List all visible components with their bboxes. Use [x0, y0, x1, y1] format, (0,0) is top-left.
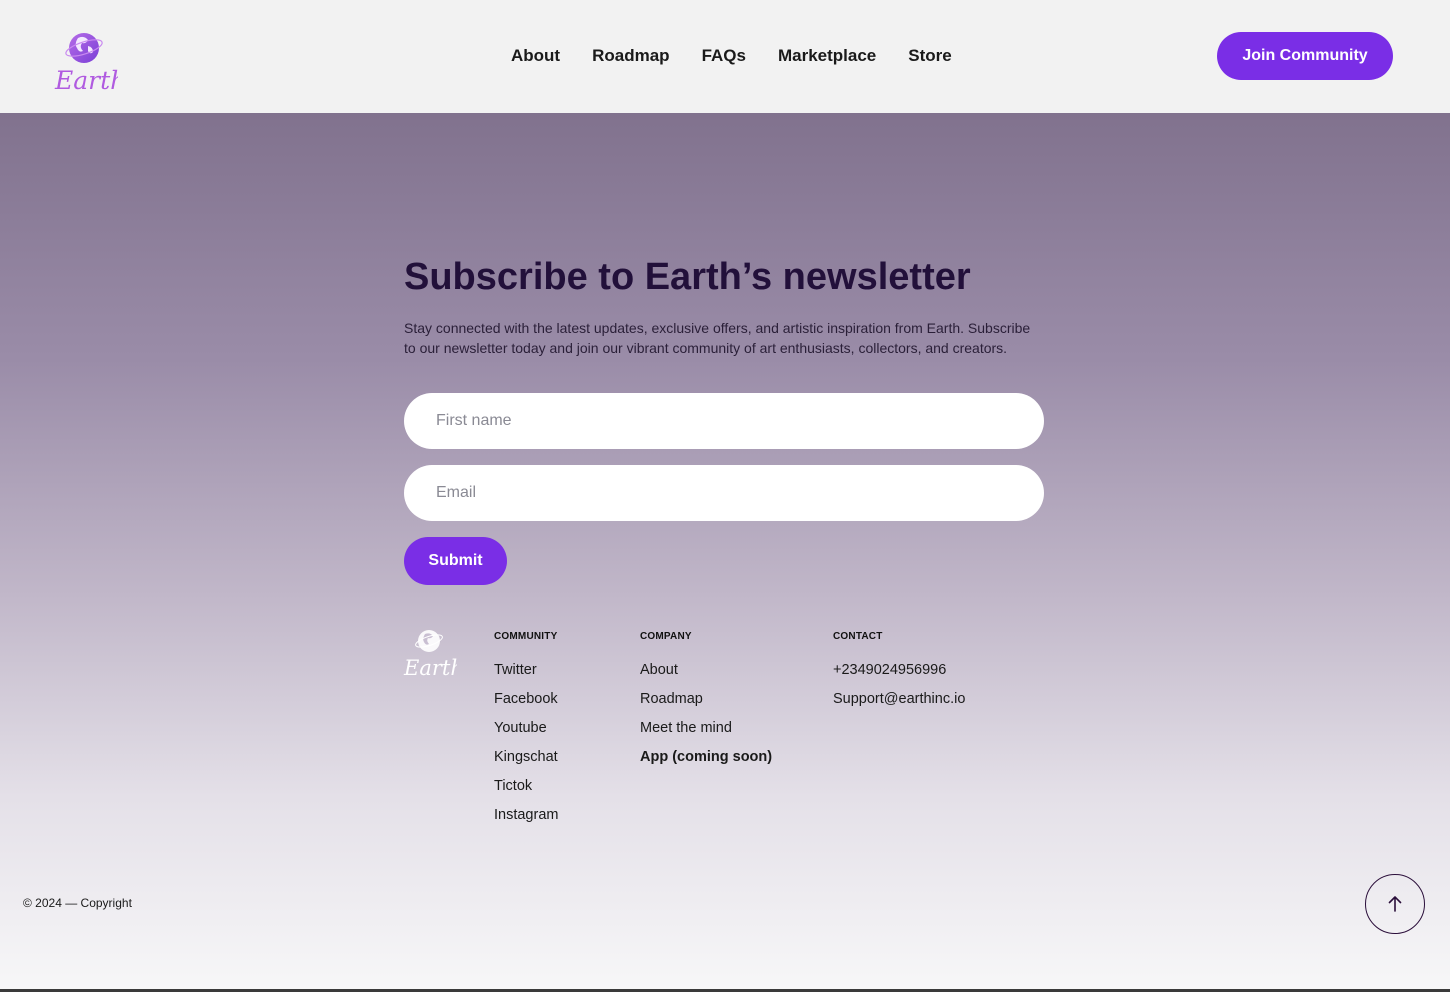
link-twitter[interactable]: Twitter — [494, 661, 558, 679]
newsletter-title: Subscribe to Earth’s newsletter — [404, 256, 971, 298]
nav-faqs[interactable]: FAQs — [702, 46, 746, 66]
contact-email[interactable]: Support@earthinc.io — [833, 690, 965, 708]
link-instagram[interactable]: Instagram — [494, 806, 558, 824]
link-kingschat[interactable]: Kingschat — [494, 748, 558, 766]
site-header: Earth About Roadmap FAQs Marketplace Sto… — [0, 0, 1450, 113]
footer-logo[interactable]: Earth — [403, 627, 457, 681]
link-tictok[interactable]: Tictok — [494, 777, 558, 795]
svg-text:Earth: Earth — [54, 66, 118, 94]
footer-community: COMMUNITY Twitter Facebook Youtube Kings… — [494, 631, 558, 835]
link-app[interactable]: App (coming soon) — [640, 748, 772, 766]
main-nav: About Roadmap FAQs Marketplace Store — [511, 46, 984, 66]
link-facebook[interactable]: Facebook — [494, 690, 558, 708]
link-roadmap[interactable]: Roadmap — [640, 690, 772, 708]
newsletter-description: Stay connected with the latest updates, … — [404, 320, 1031, 356]
join-community-button[interactable]: Join Community — [1217, 32, 1393, 80]
newsletter-section — [0, 113, 1450, 990]
svg-text:Earth: Earth — [403, 656, 457, 680]
email-input[interactable] — [404, 465, 1044, 521]
footer-contact: CONTACT +2349024956996 Support@earthinc.… — [833, 631, 965, 719]
link-meet-the-mind[interactable]: Meet the mind — [640, 719, 772, 737]
arrow-up-icon — [1388, 896, 1402, 912]
back-to-top-button[interactable] — [1365, 874, 1425, 934]
first-name-input[interactable] — [404, 393, 1044, 449]
nav-roadmap[interactable]: Roadmap — [592, 46, 669, 66]
nav-marketplace[interactable]: Marketplace — [778, 46, 876, 66]
nav-about[interactable]: About — [511, 46, 560, 66]
community-heading: COMMUNITY — [494, 631, 558, 642]
copyright-text: © 2024 — Copyright — [23, 896, 132, 910]
contact-phone[interactable]: +2349024956996 — [833, 661, 965, 679]
nav-store[interactable]: Store — [908, 46, 951, 66]
earth-logo[interactable]: Earth — [52, 28, 118, 94]
contact-heading: CONTACT — [833, 631, 883, 642]
link-about[interactable]: About — [640, 661, 772, 679]
link-youtube[interactable]: Youtube — [494, 719, 558, 737]
company-heading: COMPANY — [640, 631, 692, 642]
footer-company: COMPANY About Roadmap Meet the mind App … — [640, 631, 772, 777]
submit-button[interactable]: Submit — [404, 537, 507, 585]
